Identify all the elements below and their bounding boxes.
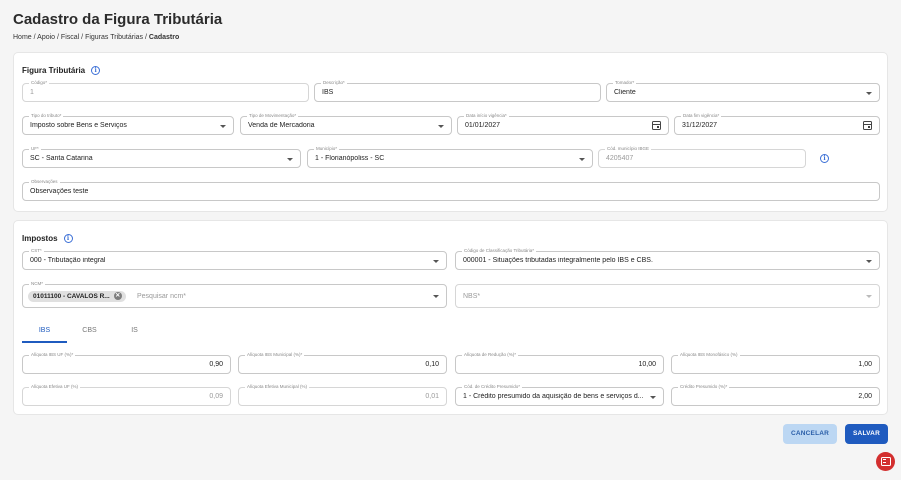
cst-select[interactable]: CST* 000 - Tributação integral — [22, 247, 447, 270]
chevron-down-icon — [650, 396, 656, 399]
uf-select[interactable]: UF* SC - Santa Catarina — [22, 145, 301, 168]
descricao-field[interactable]: Descrição* IBS — [314, 79, 601, 102]
credito-presumido-select[interactable]: Cód. de Crédito Presumido* 1 - Crédito p… — [455, 383, 664, 406]
chevron-down-icon — [438, 125, 444, 128]
calendar-icon[interactable] — [863, 121, 872, 130]
page-title: Cadastro da Figura Tributária — [13, 11, 223, 28]
chevron-down-icon — [866, 295, 872, 298]
tipo-movimentacao-select[interactable]: Tipo de Movimentação* Venda de Mercadori… — [240, 112, 452, 135]
data-inicio-field[interactable]: Data início vigência* 01/01/2027 — [457, 112, 669, 135]
nbs-select: NBS* — [455, 284, 880, 308]
observacoes-field[interactable]: Observações Observações teste — [22, 178, 880, 201]
breadcrumb: Home / Apoio / Fiscal / Figuras Tributár… — [13, 34, 179, 41]
chevron-down-icon — [866, 260, 872, 263]
cancel-button[interactable]: CANCELAR — [783, 424, 837, 444]
breadcrumb-separator: / — [33, 34, 36, 41]
aliquota-reducao-field[interactable]: Alíquota de Redução (%)* 10,00 — [455, 351, 664, 374]
breadcrumb-figuras[interactable]: Figuras Tributárias — [85, 34, 143, 41]
chevron-down-icon — [433, 260, 439, 263]
breadcrumb-separator: / — [57, 34, 59, 41]
info-icon[interactable]: i — [91, 66, 101, 75]
breadcrumb-separator: / — [144, 34, 147, 41]
municipio-select[interactable]: Município* 1 - Florianópoliss - SC — [307, 145, 593, 168]
info-icon[interactable]: i — [63, 234, 73, 243]
figura-tributaria-card: Figura Tributária i Código* 1 Descrição*… — [13, 52, 888, 212]
aliquota-efetiva-municipal-field: Alíquota Efetiva Municipal (%) 0,01 — [238, 383, 447, 406]
cod-ibge-field: Cód. município IBGE 4205407 — [598, 145, 806, 168]
chevron-down-icon — [220, 125, 226, 128]
close-icon[interactable]: ✕ — [113, 292, 122, 300]
ncm-search-input[interactable]: Pesquisar ncm* — [137, 293, 186, 300]
aliquota-efetiva-uf-field: Alíquota Efetiva UF (%) 0,09 — [22, 383, 231, 406]
calendar-icon[interactable] — [652, 121, 661, 130]
tax-tabs: IBS CBS IS — [22, 321, 157, 343]
tomador-select[interactable]: Tomador* Cliente — [606, 79, 880, 102]
data-fim-field[interactable]: Data fim vigência* 31/12/2027 — [674, 112, 880, 135]
tab-is[interactable]: IS — [112, 321, 157, 343]
classificacao-tributaria-select[interactable]: Código de Classificação Tributária* 0000… — [455, 247, 880, 270]
impostos-card: Impostos i CST* 000 - Tributação integra… — [13, 220, 888, 415]
info-icon[interactable]: i — [820, 154, 829, 163]
breadcrumb-apoio[interactable]: Apoio — [37, 34, 55, 41]
breadcrumb-separator: / — [81, 34, 84, 41]
save-button[interactable]: SALVAR — [845, 424, 888, 444]
breadcrumb-home[interactable]: Home — [13, 34, 32, 41]
tab-ibs[interactable]: IBS — [22, 321, 67, 343]
chevron-down-icon — [866, 92, 872, 95]
ncm-chip: 01011100 - CAVALOS R... ✕ — [28, 291, 126, 302]
tipo-tributo-select[interactable]: Tipo do tributo* Imposto sobre Bens e Se… — [22, 112, 234, 135]
credito-presumido-field[interactable]: Crédito Presumido (%)* 2,00 — [671, 383, 880, 406]
breadcrumb-current: Cadastro — [148, 34, 180, 41]
ncm-autocomplete[interactable]: NCM* 01011100 - CAVALOS R... ✕ Pesquisar… — [22, 280, 447, 308]
tab-cbs[interactable]: CBS — [67, 321, 112, 343]
chevron-down-icon — [287, 158, 293, 161]
chat-icon[interactable] — [876, 452, 895, 471]
aliquota-ibs-uf-field[interactable]: Alíquota IBS UF (%)* 0,90 — [22, 351, 231, 374]
chevron-down-icon — [433, 295, 439, 298]
aliquota-monofasico-field[interactable]: Alíquota IBS Monofásico (%) 1,00 — [671, 351, 880, 374]
figura-section-title: Figura Tributária i — [22, 66, 101, 75]
impostos-section-title: Impostos i — [22, 234, 73, 243]
breadcrumb-fiscal[interactable]: Fiscal — [61, 34, 79, 41]
chevron-down-icon — [579, 158, 585, 161]
codigo-field: Código* 1 — [22, 79, 309, 102]
aliquota-ibs-municipal-field[interactable]: Alíquota IBS Municipal (%)* 0,10 — [238, 351, 447, 374]
